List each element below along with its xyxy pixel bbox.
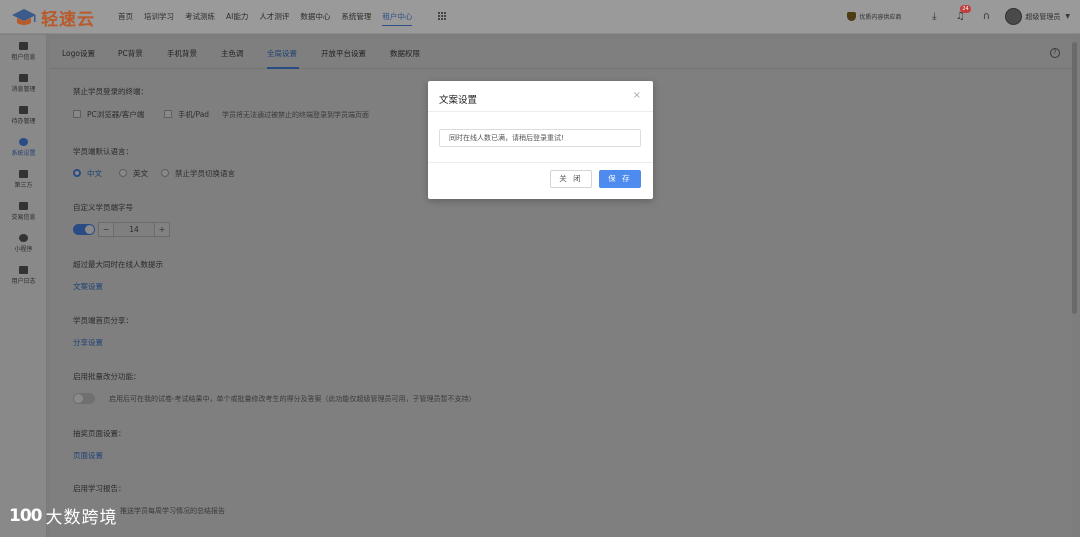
nav-data-center[interactable]: 数据中心 [300, 11, 330, 26]
apps-grid-icon[interactable] [438, 12, 446, 20]
sidebar-item-mini-program[interactable]: 小程序 [0, 234, 47, 253]
nav-training[interactable]: 培训学习 [144, 11, 174, 26]
pc-browser-option[interactable]: PC浏览器/客户端 [87, 109, 144, 120]
mobile-pad-option[interactable]: 手机/Pad [178, 109, 209, 120]
promo-text: 优质内容供应商 [859, 14, 902, 21]
avatar[interactable] [1005, 8, 1023, 25]
sidebar-item-messages[interactable]: 消息管理 [0, 74, 47, 93]
font-size-toggle[interactable] [73, 224, 95, 235]
download-icon[interactable]: ⤓ [927, 10, 941, 24]
study-report-label: 启用学习报告： [73, 484, 126, 493]
language-lock-radio[interactable] [161, 169, 169, 177]
tab-global-settings[interactable]: 全局设置 [267, 48, 297, 59]
copy-settings-dialog: 文案设置 × 同时在线人数已满，请稍后登录重试! 关 闭 保 存 [428, 81, 653, 199]
settings-icon [19, 138, 28, 146]
message-input[interactable]: 同时在线人数已满，请稍后登录重试! [439, 129, 641, 147]
study-report-hint: 推送学员每周学习情况的总结报告 [120, 507, 225, 515]
building-icon [19, 42, 28, 50]
scrollbar-thumb[interactable] [1072, 42, 1077, 314]
page-settings-link[interactable]: 页面设置 [73, 450, 103, 461]
help-icon[interactable]: ? [1050, 48, 1060, 58]
increment-button[interactable]: + [155, 223, 169, 236]
tab-pc-background[interactable]: PC背景 [118, 48, 143, 59]
nav-assessment[interactable]: 人才测评 [259, 11, 289, 26]
watermark-logo: 100 [9, 505, 42, 526]
shield-icon [847, 12, 857, 21]
sidebar-item-transactions[interactable]: 交易信息 [0, 202, 47, 221]
batch-grading-hint: 启用后可在我的试卷-考试结果中，单个或批量修改考生的得分及答案（此功能仅超级管理… [109, 395, 476, 403]
language-english-radio[interactable] [119, 169, 127, 177]
default-language-label: 学员端默认语言： [73, 147, 133, 156]
cancel-button[interactable]: 关 闭 [550, 170, 592, 188]
todo-icon [19, 106, 28, 114]
logo-text: 轻速云 [41, 9, 95, 30]
sidebar-item-third-party[interactable]: 第三方 [0, 170, 47, 189]
pc-browser-checkbox[interactable] [73, 110, 81, 118]
nav-system[interactable]: 系统管理 [341, 11, 371, 26]
mobile-pad-checkbox[interactable] [164, 110, 172, 118]
third-party-icon [19, 170, 28, 178]
nav-exam[interactable]: 考试测练 [185, 11, 215, 26]
language-chinese-option[interactable]: 中文 [87, 168, 102, 179]
settings-tabs: Logo设置 PC背景 手机背景 主色调 全局设置 开放平台设置 数据权限 ? [50, 39, 1072, 69]
share-settings-link[interactable]: 分享设置 [73, 337, 103, 348]
main-nav: 首页 培训学习 考试测练 AI能力 人才测评 数据中心 系统管理 租户中心 [118, 11, 423, 26]
login-terminal-hint: 学员将无法通过被禁止的终端登录到学员端页面 [222, 111, 369, 119]
sidebar: 租户信息 消息管理 待办管理 系统设置 第三方 交易信息 小程序 用户日志 [0, 35, 47, 537]
tab-theme-color[interactable]: 主色调 [221, 48, 244, 59]
header-actions: 优质内容供应商 ⤓ ♫ 24 ∩ 超级管理员 ▼ [847, 4, 1070, 25]
language-english-option[interactable]: 英文 [133, 168, 148, 179]
language-lock-option[interactable]: 禁止学员切换语言 [175, 168, 235, 179]
top-navigation-bar: 轻速云 首页 培训学习 考试测练 AI能力 人才测评 数据中心 系统管理 租户中… [0, 0, 1080, 34]
online-limit-label: 超过最大同时在线人数提示 [73, 260, 163, 269]
bell-icon[interactable]: ♫ 24 [953, 4, 971, 24]
dialog-header-divider [428, 111, 653, 112]
save-button[interactable]: 保 存 [599, 170, 641, 188]
log-icon [19, 266, 28, 274]
tab-open-platform[interactable]: 开放平台设置 [321, 48, 366, 59]
notification-badge: 24 [960, 4, 971, 13]
message-icon [19, 74, 28, 82]
sidebar-item-user-log[interactable]: 用户日志 [0, 266, 47, 285]
transaction-icon [19, 202, 28, 210]
batch-grading-toggle[interactable] [73, 393, 95, 404]
copy-settings-link[interactable]: 文案设置 [73, 281, 103, 292]
active-tab-indicator [267, 67, 299, 69]
nav-home[interactable]: 首页 [118, 11, 133, 26]
scrollbar[interactable] [1072, 42, 1077, 532]
tab-logo[interactable]: Logo设置 [62, 48, 95, 59]
lottery-page-label: 抽奖页面设置： [73, 429, 126, 438]
dialog-footer-divider [428, 162, 653, 163]
sidebar-item-tenant-info[interactable]: 租户信息 [0, 42, 47, 61]
watermark: 100 大数跨境 [9, 503, 118, 529]
graduation-cap-icon [12, 9, 36, 25]
user-name[interactable]: 超级管理员 [1025, 12, 1060, 22]
chevron-down-icon[interactable]: ▼ [1065, 13, 1070, 20]
close-icon[interactable]: × [633, 91, 641, 101]
watermark-text: 大数跨境 [45, 508, 118, 528]
sidebar-item-system-settings[interactable]: 系统设置 [0, 138, 47, 157]
home-share-label: 学员端首页分享： [73, 316, 133, 325]
login-terminal-label: 禁止学员登录的终端： [73, 87, 148, 96]
tab-mobile-background[interactable]: 手机背景 [167, 48, 197, 59]
nav-tenant-center[interactable]: 租户中心 [382, 11, 413, 26]
font-size-label: 自定义学员端字号 [73, 203, 133, 212]
logo[interactable]: 轻速云 [10, 6, 95, 30]
dialog-title: 文案设置 [439, 95, 478, 106]
language-chinese-radio[interactable] [73, 169, 81, 177]
font-size-stepper: − 14 + [98, 222, 170, 237]
headset-icon[interactable]: ∩ [979, 10, 993, 24]
content-supplier-link[interactable]: 优质内容供应商 [847, 12, 901, 21]
tab-data-permissions[interactable]: 数据权限 [390, 48, 420, 59]
nav-ai[interactable]: AI能力 [226, 11, 248, 26]
mini-program-icon [19, 234, 28, 242]
batch-grading-label: 启用批量改分功能： [73, 372, 141, 381]
sidebar-item-todo[interactable]: 待办管理 [0, 106, 47, 125]
decrement-button[interactable]: − [99, 223, 113, 236]
font-size-value[interactable]: 14 [113, 223, 155, 236]
